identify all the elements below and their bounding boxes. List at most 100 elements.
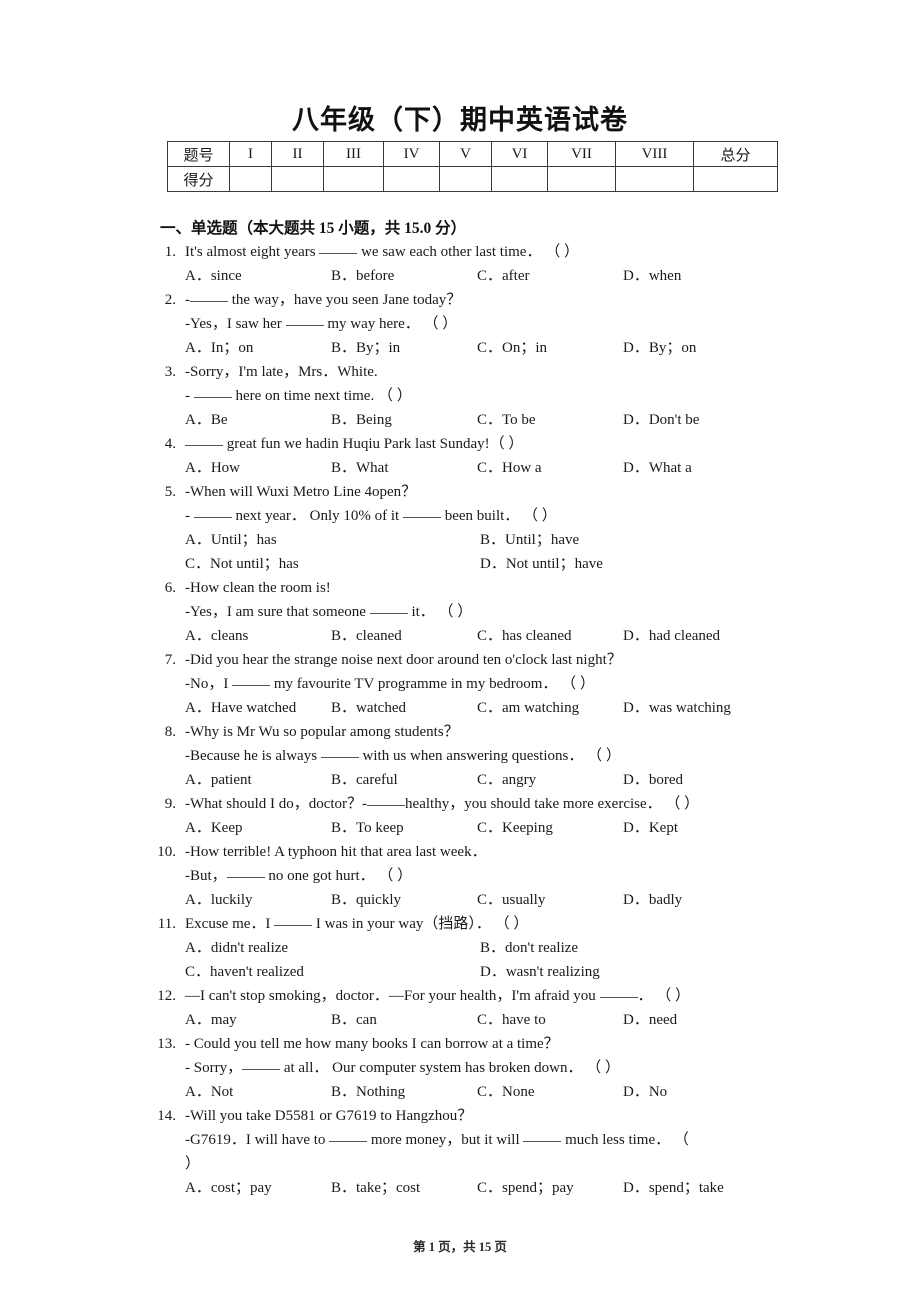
option-group: A．Not B．Nothing C．None D．No <box>185 1080 920 1104</box>
answer-blank[interactable] <box>369 600 408 614</box>
exam-page: 八年级（下）期中英语试卷 题号 I II III IV V VI VII VII… <box>0 0 920 1302</box>
score-table-row-label-score: 得分 <box>167 166 230 192</box>
option-choice[interactable]: A．since <box>185 264 331 288</box>
option-choice[interactable]: C．How a <box>477 456 623 480</box>
option-choice[interactable]: D．had cleaned <box>623 624 720 648</box>
answer-blank[interactable] <box>319 240 358 254</box>
option-choice[interactable]: C．usually <box>477 888 623 912</box>
answer-blank[interactable] <box>402 504 441 518</box>
option-choice[interactable]: C．after <box>477 264 623 288</box>
option-choice[interactable]: B．Nothing <box>331 1080 477 1104</box>
answer-blank[interactable] <box>193 384 232 398</box>
option-choice[interactable]: D．Kept <box>623 816 678 840</box>
question-text: - Sorry， at all． Our computer system has… <box>185 1056 920 1080</box>
option-choice[interactable]: D．By；on <box>623 336 696 360</box>
option-choice[interactable]: A．Until；has <box>185 528 480 552</box>
option-choice[interactable]: D．No <box>623 1080 667 1104</box>
option-choice[interactable]: B．By；in <box>331 336 477 360</box>
answer-blank[interactable] <box>242 1056 281 1070</box>
option-choice[interactable]: C．Not until；has <box>185 552 480 576</box>
option-choice[interactable]: C．have to <box>477 1008 623 1032</box>
answer-blank[interactable] <box>274 912 313 926</box>
option-choice[interactable]: C．haven't realized <box>185 960 480 984</box>
option-choice[interactable]: A．may <box>185 1008 331 1032</box>
score-cell-3[interactable] <box>323 166 384 192</box>
answer-blank[interactable] <box>193 504 232 518</box>
question-text: —I can't stop smoking，doctor．—For your h… <box>185 984 920 1008</box>
question-item: 13. - Could you tell me how many books I … <box>0 1032 920 1104</box>
option-choice[interactable]: D．badly <box>623 888 682 912</box>
option-choice[interactable]: A．In；on <box>185 336 331 360</box>
option-choice[interactable]: B．take；cost <box>331 1176 477 1200</box>
score-cell-7[interactable] <box>547 166 616 192</box>
score-cell-total[interactable] <box>693 166 778 192</box>
score-cell-4[interactable] <box>383 166 440 192</box>
score-table-col-3: III <box>323 141 384 167</box>
option-choice[interactable]: D．was watching <box>623 696 731 720</box>
option-choice[interactable]: A．Have watched <box>185 696 331 720</box>
option-choice[interactable]: A．Not <box>185 1080 331 1104</box>
answer-blank[interactable] <box>599 984 638 998</box>
option-choice[interactable]: C．am watching <box>477 696 623 720</box>
option-choice[interactable]: C．Keeping <box>477 816 623 840</box>
option-choice[interactable]: D．need <box>623 1008 677 1032</box>
option-choice[interactable]: C．None <box>477 1080 623 1104</box>
answer-blank[interactable] <box>226 864 265 878</box>
answer-blank[interactable] <box>285 312 324 326</box>
option-choice[interactable]: B．can <box>331 1008 477 1032</box>
option-choice[interactable]: D．when <box>623 264 681 288</box>
option-choice[interactable]: B．cleaned <box>331 624 477 648</box>
option-choice[interactable]: A．cost；pay <box>185 1176 331 1200</box>
option-choice[interactable]: B．don't realize <box>480 936 775 960</box>
option-choice[interactable]: A．patient <box>185 768 331 792</box>
score-table-col-8: VIII <box>615 141 694 167</box>
question-number: 2. <box>164 292 176 308</box>
answer-blank[interactable] <box>185 432 223 446</box>
option-choice[interactable]: B．Until；have <box>480 528 775 552</box>
option-choice[interactable]: C．On；in <box>477 336 623 360</box>
option-choice[interactable]: A．didn't realize <box>185 936 480 960</box>
option-choice[interactable]: C．spend；pay <box>477 1176 623 1200</box>
answer-blank[interactable] <box>523 1128 562 1142</box>
option-choice[interactable]: A．Keep <box>185 816 331 840</box>
answer-blank[interactable] <box>329 1128 368 1142</box>
option-choice[interactable]: B．Being <box>331 408 477 432</box>
option-choice[interactable]: C．has cleaned <box>477 624 623 648</box>
score-cell-8[interactable] <box>615 166 694 192</box>
option-choice[interactable]: D．spend；take <box>623 1176 724 1200</box>
question-number: 5. <box>164 484 176 500</box>
answer-blank[interactable] <box>320 744 359 758</box>
option-choice[interactable]: D．What a <box>623 456 692 480</box>
option-choice[interactable]: B．careful <box>331 768 477 792</box>
option-choice[interactable]: D．bored <box>623 768 683 792</box>
answer-blank[interactable] <box>232 672 271 686</box>
answer-blank[interactable] <box>190 288 228 302</box>
option-choice[interactable]: D．Not until；have <box>480 552 603 576</box>
option-choice[interactable]: B．To keep <box>331 816 477 840</box>
option-choice[interactable]: D．wasn't realizing <box>480 960 600 984</box>
option-group: A．patient B．careful C．angry D．bored <box>185 768 920 792</box>
option-choice[interactable]: D．Don't be <box>623 408 699 432</box>
option-choice[interactable]: B．What <box>331 456 477 480</box>
option-choice[interactable]: A．Be <box>185 408 331 432</box>
option-choice[interactable]: B．quickly <box>331 888 477 912</box>
score-table-score-row: 得分 <box>167 166 778 192</box>
option-choice[interactable]: C．To be <box>477 408 623 432</box>
option-group: A．didn't realize B．don't realize C．haven't… <box>185 936 920 984</box>
option-choice[interactable]: A．luckily <box>185 888 331 912</box>
question-text: It's almost eight years we saw each othe… <box>185 240 920 264</box>
score-table-col-total: 总分 <box>693 141 778 167</box>
option-choice[interactable]: A．cleans <box>185 624 331 648</box>
score-cell-5[interactable] <box>439 166 492 192</box>
question-item: 9. -What should I do，doctor？- healthy，you … <box>0 792 920 840</box>
option-choice[interactable]: B．before <box>331 264 477 288</box>
option-choice[interactable]: A．How <box>185 456 331 480</box>
option-choice[interactable]: B．watched <box>331 696 477 720</box>
score-cell-2[interactable] <box>271 166 324 192</box>
question-item: 3. -Sorry，I'm late，Mrs．White. - here on ti… <box>0 360 920 432</box>
question-text: -Why is Mr Wu so popular among students？ <box>185 724 459 740</box>
score-cell-6[interactable] <box>491 166 548 192</box>
option-choice[interactable]: C．angry <box>477 768 623 792</box>
answer-blank[interactable] <box>367 792 406 806</box>
score-cell-1[interactable] <box>229 166 272 192</box>
